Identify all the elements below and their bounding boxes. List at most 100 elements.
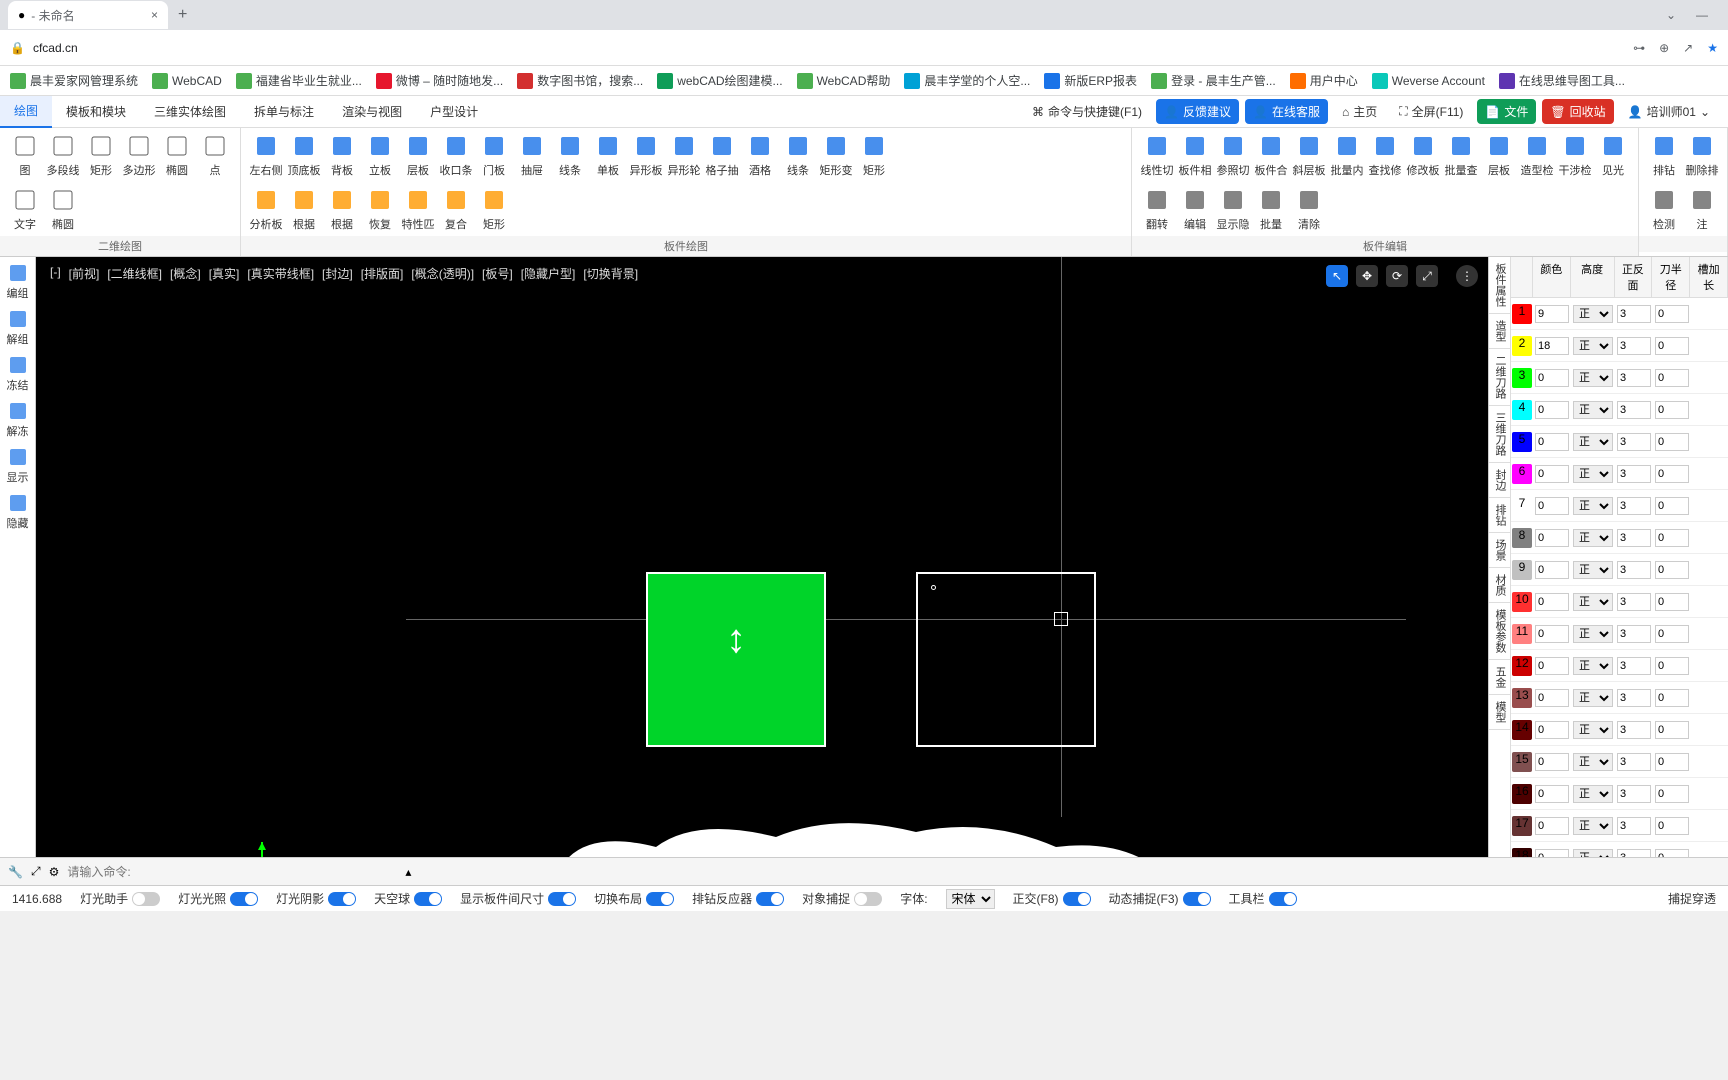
color-swatch[interactable]: 8 xyxy=(1512,528,1532,548)
ribbon-异形轮[interactable]: 异形轮 xyxy=(665,132,703,178)
bookmark-item[interactable]: 登录 - 晨丰生产管... xyxy=(1151,72,1276,89)
groove-input[interactable] xyxy=(1655,529,1689,547)
face-select[interactable]: 正 xyxy=(1573,529,1613,547)
file-button[interactable]: 📄 文件 xyxy=(1477,99,1536,124)
bookmark-item[interactable]: WebCAD帮助 xyxy=(797,72,891,89)
ribbon-干涉检[interactable]: 干涉检 xyxy=(1556,132,1594,178)
feedback-button[interactable]: 👤 反馈建议 xyxy=(1156,99,1239,124)
ribbon-翻转[interactable]: 翻转 xyxy=(1138,186,1176,232)
face-select[interactable]: 正 xyxy=(1573,593,1613,611)
face-select[interactable]: 正 xyxy=(1573,657,1613,675)
face-select[interactable]: 正 xyxy=(1573,721,1613,739)
tab-2[interactable]: 三维实体绘图 xyxy=(140,96,240,128)
recycle-button[interactable]: 🗑 回收站 xyxy=(1542,99,1613,124)
url-text[interactable]: cfcad.cn xyxy=(33,41,78,55)
panel-tab[interactable]: 五金 xyxy=(1489,660,1510,695)
bookmark-item[interactable]: 晨丰学堂的个人空... xyxy=(904,72,1030,89)
move-icon[interactable]: ✥ xyxy=(1356,265,1378,287)
ribbon-收口条[interactable]: 收口条 xyxy=(437,132,475,178)
radius-input[interactable] xyxy=(1617,305,1651,323)
ribbon-批量内[interactable]: 批量内 xyxy=(1328,132,1366,178)
overlay-item[interactable]: [排版面] xyxy=(361,265,404,282)
ribbon-删除排[interactable]: 删除排 xyxy=(1683,132,1721,178)
color-swatch[interactable]: 16 xyxy=(1512,784,1532,804)
ribbon-顶底板[interactable]: 顶底板 xyxy=(285,132,323,178)
ribbon-编辑[interactable]: 编辑 xyxy=(1176,186,1214,232)
face-select[interactable]: 正 xyxy=(1573,625,1613,643)
bookmark-item[interactable]: 新版ERP报表 xyxy=(1044,72,1137,89)
tab-0[interactable]: 绘图 xyxy=(0,96,52,128)
font-select[interactable]: 宋体 xyxy=(946,889,995,909)
ribbon-根据[interactable]: 根据 xyxy=(285,186,323,232)
ribbon-多段线[interactable]: 多段线 xyxy=(44,132,82,178)
radius-input[interactable] xyxy=(1617,721,1651,739)
face-select[interactable]: 正 xyxy=(1573,785,1613,803)
panel-tab[interactable]: 场景 xyxy=(1489,533,1510,568)
height-input[interactable] xyxy=(1535,785,1569,803)
new-tab-button[interactable]: + xyxy=(178,6,187,24)
toggle-switch[interactable] xyxy=(230,892,258,906)
bookmark-item[interactable]: webCAD绘图建模... xyxy=(657,72,782,89)
ribbon-根据[interactable]: 根据 xyxy=(323,186,361,232)
toggle-switch[interactable] xyxy=(328,892,356,906)
ribbon-单板[interactable]: 单板 xyxy=(589,132,627,178)
refresh-icon[interactable]: ⟳ xyxy=(1386,265,1408,287)
bookmark-item[interactable]: WebCAD xyxy=(152,73,222,89)
overlay-item[interactable]: [隐藏户型] xyxy=(521,265,576,282)
tab-3[interactable]: 拆单与标注 xyxy=(240,96,328,128)
overlay-item[interactable]: [切换背景] xyxy=(583,265,638,282)
bookmark-item[interactable]: 微博 – 随时随地发... xyxy=(376,72,503,89)
ortho-toggle[interactable] xyxy=(1063,892,1091,906)
toggle-switch[interactable] xyxy=(132,892,160,906)
ribbon-层板[interactable]: 层板 xyxy=(1480,132,1518,178)
height-input[interactable] xyxy=(1535,817,1569,835)
radius-input[interactable] xyxy=(1617,817,1651,835)
ribbon-修改板[interactable]: 修改板 xyxy=(1404,132,1442,178)
toggle-switch[interactable] xyxy=(548,892,576,906)
toggle-switch[interactable] xyxy=(646,892,674,906)
ribbon-门板[interactable]: 门板 xyxy=(475,132,513,178)
groove-input[interactable] xyxy=(1655,689,1689,707)
sidebar-隐藏[interactable]: 隐藏 xyxy=(7,493,29,531)
radius-input[interactable] xyxy=(1617,369,1651,387)
face-select[interactable]: 正 xyxy=(1573,305,1613,323)
color-swatch[interactable]: 9 xyxy=(1512,560,1532,580)
color-swatch[interactable]: 12 xyxy=(1512,656,1532,676)
ribbon-恢复[interactable]: 恢复 xyxy=(361,186,399,232)
settings-icon[interactable]: ⚙ xyxy=(49,865,60,879)
color-swatch[interactable]: 18 xyxy=(1512,848,1532,858)
panel-tab[interactable]: 板件属性 xyxy=(1489,257,1510,314)
face-select[interactable]: 正 xyxy=(1573,561,1613,579)
ribbon-斜层板[interactable]: 斜层板 xyxy=(1290,132,1328,178)
ribbon-参照切[interactable]: 参照切 xyxy=(1214,132,1252,178)
radius-input[interactable] xyxy=(1617,785,1651,803)
groove-input[interactable] xyxy=(1655,369,1689,387)
toggle-switch[interactable] xyxy=(756,892,784,906)
ribbon-抽屉[interactable]: 抽屉 xyxy=(513,132,551,178)
face-select[interactable]: 正 xyxy=(1573,433,1613,451)
chevron-down-icon[interactable]: ⌄ xyxy=(1666,8,1676,22)
panel-tab[interactable]: 三维刀路 xyxy=(1489,406,1510,463)
browser-tab[interactable]: ● - 未命名 × xyxy=(8,1,168,29)
groove-input[interactable] xyxy=(1655,593,1689,611)
ribbon-批量[interactable]: 批量 xyxy=(1252,186,1290,232)
ribbon-复合[interactable]: 复合 xyxy=(437,186,475,232)
height-input[interactable] xyxy=(1535,465,1569,483)
height-input[interactable] xyxy=(1535,305,1569,323)
bookmark-item[interactable]: 晨丰爱家网管理系统 xyxy=(10,72,138,89)
ribbon-矩形[interactable]: 矩形 xyxy=(475,186,513,232)
panel-tab[interactable]: 封边 xyxy=(1489,463,1510,498)
ribbon-多边形[interactable]: 多边形 xyxy=(120,132,158,178)
radius-input[interactable] xyxy=(1617,753,1651,771)
height-input[interactable] xyxy=(1535,401,1569,419)
ribbon-板件合[interactable]: 板件合 xyxy=(1252,132,1290,178)
fullscreen-button[interactable]: ⛶ 全屏(F11) xyxy=(1391,99,1471,124)
radius-input[interactable] xyxy=(1617,497,1651,515)
service-button[interactable]: 👤 在线客服 xyxy=(1245,99,1328,124)
height-input[interactable] xyxy=(1535,561,1569,579)
groove-input[interactable] xyxy=(1655,817,1689,835)
panel-tab[interactable]: 造型 xyxy=(1489,314,1510,349)
cursor-icon[interactable]: ↖ xyxy=(1326,265,1348,287)
radius-input[interactable] xyxy=(1617,625,1651,643)
ribbon-排钻[interactable]: 排钻 xyxy=(1645,132,1683,178)
